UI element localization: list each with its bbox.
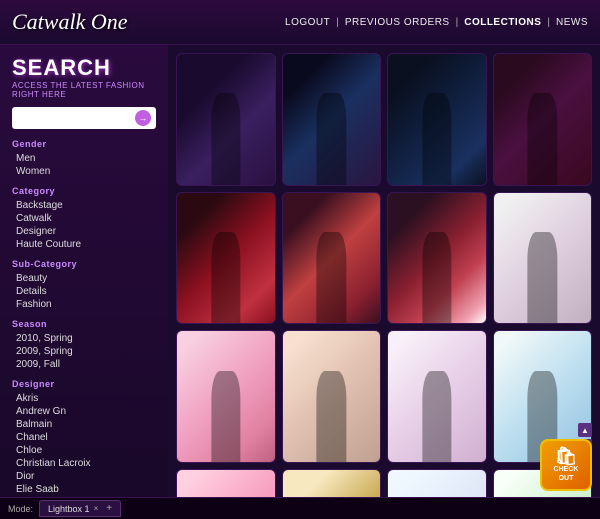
filter-season-2009fall[interactable]: 2009, Fall — [12, 358, 156, 371]
main-layout: SEARCH ACCESS THE LATEST FASHION RIGHT H… — [0, 45, 600, 519]
filter-gender-label: Gender — [12, 139, 156, 149]
image-item-2[interactable] — [282, 53, 382, 186]
nav-logout[interactable]: LOGOUT — [285, 17, 330, 28]
filter-category-hautecouture[interactable]: Haute Couture — [12, 238, 156, 251]
checkout-label: CHECKOUT — [554, 465, 579, 483]
logo: Catwalk One — [12, 9, 128, 35]
filter-season: Season 2010, Spring 2009, Spring 2009, F… — [12, 319, 156, 371]
image-item-10[interactable] — [282, 330, 382, 463]
sidebar: SEARCH ACCESS THE LATEST FASHION RIGHT H… — [0, 45, 168, 519]
image-item-7[interactable] — [387, 192, 487, 325]
image-grid — [176, 53, 592, 519]
image-item-11[interactable] — [387, 330, 487, 463]
image-item-5[interactable] — [176, 192, 276, 325]
search-subtitle: ACCESS THE LATEST FASHION RIGHT HERE — [12, 81, 156, 99]
filter-season-2010spring[interactable]: 2010, Spring — [12, 332, 156, 345]
nav-divider-3: | — [547, 17, 550, 28]
filter-designer-chloe[interactable]: Chloe — [12, 444, 156, 457]
filter-category-catwalk[interactable]: Catwalk — [12, 212, 156, 225]
nav-links: LOGOUT | PREVIOUS ORDERS | COLLECTIONS |… — [285, 17, 588, 28]
image-item-3[interactable] — [387, 53, 487, 186]
filter-sub-beauty[interactable]: Beauty — [12, 272, 156, 285]
nav-previous-orders[interactable]: PREVIOUS ORDERS — [345, 17, 450, 28]
lightbox-tab-1[interactable]: Lightbox 1 × + — [39, 500, 121, 517]
filter-designer-andrew-gn[interactable]: Andrew Gn — [12, 405, 156, 418]
lightbox-add-icon[interactable]: + — [106, 503, 112, 514]
filter-category-designer[interactable]: Designer — [12, 225, 156, 238]
header: Catwalk One LOGOUT | PREVIOUS ORDERS | C… — [0, 0, 600, 45]
checkout-button[interactable]: 🛍 CHECKOUT — [540, 439, 592, 491]
search-input[interactable] — [17, 113, 135, 124]
checkout-bag-icon: 🛍 — [555, 447, 578, 465]
filter-designer-label: Designer — [12, 379, 156, 389]
search-box — [12, 107, 156, 129]
scroll-up-arrow[interactable]: ▲ — [578, 423, 592, 437]
content-area: ▲ ▼ 🛍 CHECKOUT — [168, 45, 600, 519]
image-item-8[interactable] — [493, 192, 593, 325]
lightbox-close-icon[interactable]: × — [94, 504, 99, 513]
nav-divider-2: | — [456, 17, 459, 28]
filter-sub-fashion[interactable]: Fashion — [12, 298, 156, 311]
nav-news[interactable]: NEWS — [556, 17, 588, 28]
bottom-bar: Mode: Lightbox 1 × + — [0, 497, 600, 519]
filter-designer-chanel[interactable]: Chanel — [12, 431, 156, 444]
filter-season-label: Season — [12, 319, 156, 329]
filter-sub-details[interactable]: Details — [12, 285, 156, 298]
filter-gender-women[interactable]: Women — [12, 165, 156, 178]
nav-collections[interactable]: COLLECTIONS — [464, 17, 541, 28]
nav-divider-1: | — [336, 17, 339, 28]
filter-category-label: Category — [12, 186, 156, 196]
lightbox-mode-label: Mode: — [8, 504, 33, 514]
filter-season-2009spring[interactable]: 2009, Spring — [12, 345, 156, 358]
filter-designer-christian-lacroix[interactable]: Christian Lacroix — [12, 457, 156, 470]
filter-subcategory-label: Sub-Category — [12, 259, 156, 269]
image-item-4[interactable] — [493, 53, 593, 186]
filter-designer-dior[interactable]: Dior — [12, 470, 156, 483]
search-title: SEARCH — [12, 55, 156, 81]
image-item-9[interactable] — [176, 330, 276, 463]
lightbox-tab-label: Lightbox 1 — [48, 504, 90, 514]
filter-designer-akris[interactable]: Akris — [12, 392, 156, 405]
filter-designer-elie-saab[interactable]: Elie Saab — [12, 483, 156, 496]
filter-category: Category Backstage Catwalk Designer Haut… — [12, 186, 156, 251]
filter-subcategory: Sub-Category Beauty Details Fashion — [12, 259, 156, 311]
image-item-1[interactable] — [176, 53, 276, 186]
filter-designer-balmain[interactable]: Balmain — [12, 418, 156, 431]
filter-gender-men[interactable]: Men — [12, 152, 156, 165]
filter-category-backstage[interactable]: Backstage — [12, 199, 156, 212]
search-submit-icon[interactable] — [135, 110, 151, 126]
image-item-6[interactable] — [282, 192, 382, 325]
filter-gender: Gender Men Women — [12, 139, 156, 178]
